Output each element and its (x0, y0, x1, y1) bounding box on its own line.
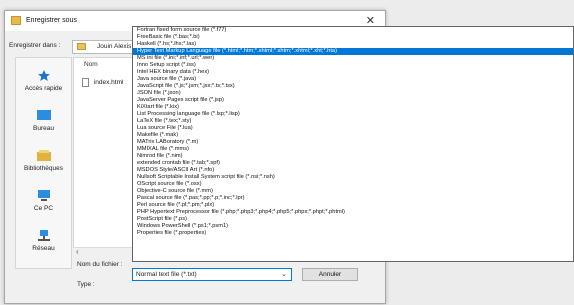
place-quick-access[interactable]: Accès rapide (16, 70, 71, 92)
place-network[interactable]: Réseau (16, 230, 71, 252)
place-label: Bibliothèques (23, 165, 64, 172)
filetype-option[interactable]: Hyper Text Markup Language file (*.html;… (133, 48, 573, 55)
scroll-left-button[interactable]: ‹ (76, 247, 79, 256)
filetype-option[interactable]: Haskell (*.hs;*.lhs;*.las) (133, 41, 573, 48)
filename-label: Nom du fichier : (77, 261, 123, 268)
filetype-select[interactable]: Normal text file (*.txt) ⌄ (132, 268, 292, 281)
place-this-pc[interactable]: Ce PC (16, 190, 71, 212)
libraries-icon (36, 150, 51, 161)
filetype-option[interactable]: OScript source file (*.osx) (133, 181, 573, 188)
filetype-dropdown-list[interactable]: Fortran fixed form source file (*.f77) Fr… (132, 26, 574, 262)
horizontal-scrollbar[interactable]: ‹ (73, 247, 137, 256)
save-in-label: Enregistrer dans : (9, 42, 61, 49)
filetype-option[interactable]: JavaServer Pages script file (*.jsp) (133, 97, 573, 104)
filetype-option[interactable]: JSON file (*.json) (133, 90, 573, 97)
network-icon (37, 230, 50, 241)
column-header-name[interactable]: Nom (84, 61, 98, 68)
filetype-option[interactable]: PHP Hypertext Preprocessor file (*.php;*… (133, 209, 573, 216)
filetype-option[interactable]: Makefile (*.mak) (133, 132, 573, 139)
filetype-option[interactable]: extended crontab file (*.tab;*.spf) (133, 160, 573, 167)
html-file-icon (82, 78, 89, 87)
cancel-button[interactable]: Annuler (302, 268, 358, 281)
filetype-option[interactable]: Perl source file (*.pl;*.pm;*.plx) (133, 202, 573, 209)
filetype-option[interactable]: Fortran fixed form source file (*.f77) (133, 27, 573, 34)
place-desktop[interactable]: Bureau (16, 110, 71, 132)
filetype-option[interactable]: Java source file (*.java) (133, 76, 573, 83)
save-in-dropdown[interactable]: Jouin Alexis (72, 40, 140, 54)
computer-icon (37, 190, 50, 201)
filetype-option[interactable]: MS ini file (*.ini;*.inf;*.url;*.wer) (133, 55, 573, 62)
filetype-option[interactable]: Inno Setup script (*.iss) (133, 62, 573, 69)
file-name: index.html (93, 79, 124, 87)
folder-icon (11, 16, 21, 25)
filetype-option[interactable]: MSDOS Style/ASCII Art (*.nfo) (133, 167, 573, 174)
filetype-option[interactable]: Nullsoft Scriptable Install System scrip… (133, 174, 573, 181)
filetype-option[interactable]: JavaScript file (*.js;*.jsm;*.jsx;*.ts;*… (133, 83, 573, 90)
filetype-option[interactable]: LaTeX file (*.tex;*.sty) (133, 118, 573, 125)
folder-icon (77, 43, 86, 50)
star-icon (37, 70, 50, 81)
file-row[interactable]: index.html (82, 78, 123, 87)
filetype-option[interactable]: Properties file (*.properties) (133, 230, 573, 237)
place-label: Accès rapide (24, 85, 63, 92)
place-label: Réseau (32, 245, 55, 252)
filetype-option[interactable]: Intel HEX binary data (*.hex) (133, 69, 573, 76)
place-libraries[interactable]: Bibliothèques (16, 150, 71, 172)
filetype-label: Type : (77, 281, 95, 288)
filetype-option[interactable]: Lua source File (*.lua) (133, 125, 573, 132)
filetype-option[interactable]: FreeBasic file (*.bas;*.bi) (133, 34, 573, 41)
places-bar: Accès rapide Bureau Bibliothèques Ce PC (15, 57, 72, 269)
filetype-option[interactable]: PostScript file (*.ps) (133, 216, 573, 223)
filetype-option[interactable]: Objective-C source file (*.mm) (133, 188, 573, 195)
filetype-option[interactable]: List Processing language file (*.lsp;*.l… (133, 111, 573, 118)
filetype-option[interactable]: Pascal source file (*.pas;*.pp;*.p;*.inc… (133, 195, 573, 202)
save-in-folder: Jouin Alexis (97, 43, 132, 50)
window-title: Enregistrer sous (26, 17, 77, 24)
filetype-option[interactable]: Nimrod file (*.nim) (133, 153, 573, 160)
filetype-value: Normal text file (*.txt) (136, 271, 197, 278)
place-label: Ce PC (33, 205, 54, 212)
filetype-option[interactable]: Windows PowerShell (*.ps1;*.psm1) (133, 223, 573, 230)
desktop-icon (36, 110, 51, 120)
filetype-option[interactable]: MATrix LABoratory (*.m) (133, 139, 573, 146)
filetype-option[interactable]: MMIXAL file (*.mms) (133, 146, 573, 153)
file-list[interactable]: Nom index.html (73, 57, 139, 255)
chevron-down-icon[interactable]: ⌄ (281, 270, 287, 278)
place-label: Bureau (33, 125, 54, 132)
filetype-option[interactable]: KiXtart file (*.kix) (133, 104, 573, 111)
